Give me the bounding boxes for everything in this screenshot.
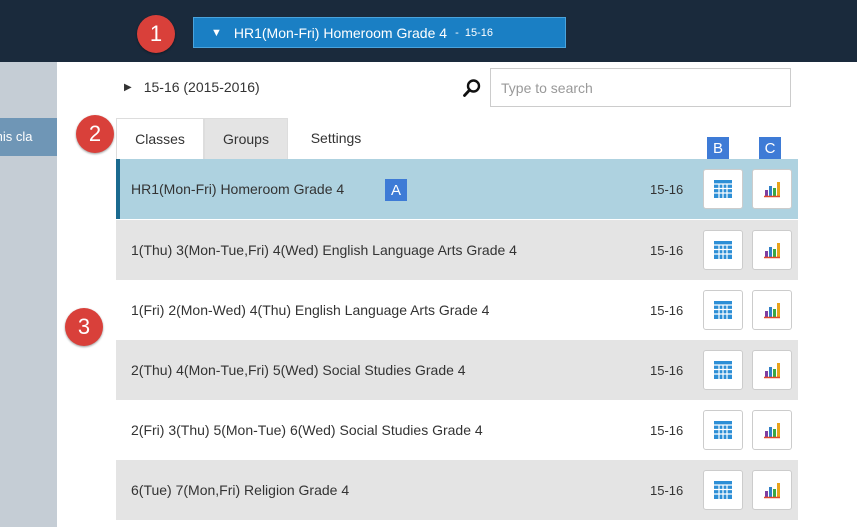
class-row-selected[interactable]: HR1(Mon-Fri) Homeroom Grade 4 15-16 — [116, 159, 798, 219]
background-page-strip: this cla — [0, 118, 57, 156]
calendar-grid-icon — [714, 421, 732, 439]
callout-c: C — [759, 137, 781, 159]
callout-a: A — [385, 179, 407, 201]
class-selector-dropdown[interactable]: ▼ HR1(Mon-Fri) Homeroom Grade 4 - 15-16 — [193, 17, 566, 48]
bar-chart-icon — [764, 182, 780, 198]
class-row[interactable]: 2(Thu) 4(Mon-Tue,Fri) 5(Wed) Social Stud… — [116, 340, 798, 400]
report-chart-button[interactable] — [752, 230, 792, 270]
class-year: 15-16 — [650, 482, 684, 498]
caret-down-icon: ▼ — [211, 26, 222, 39]
class-row[interactable]: 1(Fri) 2(Mon-Wed) 4(Thu) English Languag… — [116, 280, 798, 340]
report-chart-button[interactable] — [752, 290, 792, 330]
class-year: 15-16 — [650, 181, 684, 197]
class-name: 1(Thu) 3(Mon-Tue,Fri) 4(Wed) English Lan… — [131, 242, 517, 258]
calendar-button[interactable] — [703, 350, 743, 390]
bar-chart-icon — [764, 303, 780, 319]
school-year-toggle[interactable]: ▶ 15-16 (2015-2016) — [124, 79, 260, 95]
search-input[interactable] — [490, 68, 791, 107]
class-year: 15-16 — [650, 242, 684, 258]
callout-2: 2 — [76, 115, 114, 153]
class-name: 1(Fri) 2(Mon-Wed) 4(Thu) English Languag… — [131, 302, 490, 318]
calendar-button[interactable] — [703, 169, 743, 209]
callout-b: B — [707, 137, 729, 159]
class-row[interactable]: 2(Fri) 3(Thu) 5(Mon-Tue) 6(Wed) Social S… — [116, 400, 798, 460]
calendar-button[interactable] — [703, 470, 743, 510]
class-name: HR1(Mon-Fri) Homeroom Grade 4 — [131, 181, 345, 197]
calendar-grid-icon — [714, 361, 732, 379]
class-row[interactable]: 6(Tue) 7(Mon,Fri) Religion Grade 4 15-16 — [116, 460, 798, 520]
calendar-grid-icon — [714, 481, 732, 499]
search-icon[interactable] — [462, 78, 482, 98]
callout-3: 3 — [65, 308, 103, 346]
bar-chart-icon — [764, 423, 780, 439]
bar-chart-icon — [764, 363, 780, 379]
tab-groups[interactable]: Groups — [204, 118, 288, 159]
class-year: 15-16 — [650, 362, 684, 378]
calendar-button[interactable] — [703, 290, 743, 330]
bar-chart-icon — [764, 483, 780, 499]
school-year-label: 15-16 (2015-2016) — [143, 79, 260, 95]
tab-settings[interactable]: Settings — [290, 120, 382, 156]
calendar-grid-icon — [714, 180, 732, 198]
report-chart-button[interactable] — [752, 169, 792, 209]
class-row[interactable]: 1(Thu) 3(Mon-Tue,Fri) 4(Wed) English Lan… — [116, 220, 798, 280]
calendar-grid-icon — [714, 241, 732, 259]
class-selector-year: - 15-16 — [455, 26, 493, 39]
class-name: 6(Tue) 7(Mon,Fri) Religion Grade 4 — [131, 482, 350, 498]
report-chart-button[interactable] — [752, 470, 792, 510]
calendar-grid-icon — [714, 301, 732, 319]
top-bar: ▼ HR1(Mon-Fri) Homeroom Grade 4 - 15-16 — [0, 0, 857, 62]
tab-classes[interactable]: Classes — [116, 118, 204, 159]
class-year: 15-16 — [650, 302, 684, 318]
report-chart-button[interactable] — [752, 410, 792, 450]
report-chart-button[interactable] — [752, 350, 792, 390]
callout-1: 1 — [137, 15, 175, 53]
calendar-button[interactable] — [703, 230, 743, 270]
bar-chart-icon — [764, 243, 780, 259]
class-year: 15-16 — [650, 422, 684, 438]
class-selector-label: HR1(Mon-Fri) Homeroom Grade 4 — [233, 24, 448, 41]
class-name: 2(Thu) 4(Mon-Tue,Fri) 5(Wed) Social Stud… — [131, 362, 466, 378]
calendar-button[interactable] — [703, 410, 743, 450]
triangle-right-icon: ▶ — [124, 81, 132, 93]
class-name: 2(Fri) 3(Thu) 5(Mon-Tue) 6(Wed) Social S… — [131, 422, 483, 438]
